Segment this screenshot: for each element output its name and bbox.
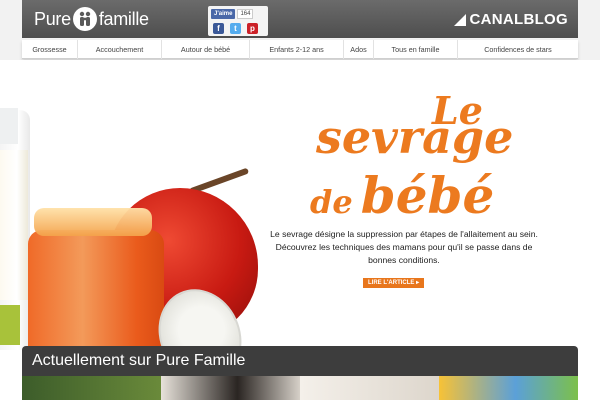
bottle-milk [0,150,28,300]
nav-item-confidences-de-stars[interactable]: Confidences de stars [458,40,578,59]
thumbnail-2[interactable] [161,376,300,400]
facebook-like-button[interactable]: J'aime [211,9,236,19]
bottle-cap [0,108,18,144]
top-header: Pure famille J'aime 164 f t p CANALBLOG [22,0,578,38]
logo-text-famille: famille [98,8,149,29]
nav-item-ados[interactable]: Ados [344,40,374,59]
current-section-title: Actuellement sur Pure Famille [22,346,578,376]
read-article-button[interactable]: LIRE L'ARTICLE ▸ [363,278,425,288]
twitter-icon[interactable]: t [230,23,241,34]
jar-rim [34,208,152,236]
canalblog-logo[interactable]: CANALBLOG [454,11,568,28]
hero-title: Le sevrage de bébé [300,88,540,238]
thumbnail-1[interactable] [22,376,161,400]
family-icon [72,7,97,31]
hero-title-bebe: bébé [360,166,495,225]
hero-description: Le sevrage désigne la suppression par ét… [270,229,538,265]
hero-title-line3: de bébé [310,166,494,225]
nav-item-tous-en-famille[interactable]: Tous en famille [374,40,458,59]
nav-item-accouchement[interactable]: Accouchement [78,40,162,59]
greens-image [0,305,20,345]
nav-item-autour-de-bebe[interactable]: Autour de bébé [162,40,250,59]
nav-item-grossesse[interactable]: Grossesse [22,40,78,59]
pinterest-icon[interactable]: p [247,23,258,34]
logo-text-pure: Pure [34,8,71,29]
facebook-icon[interactable]: f [213,23,224,34]
thumbnail-4[interactable] [439,376,578,400]
site-logo[interactable]: Pure famille [34,7,149,31]
canalblog-arrow-icon [454,13,467,26]
hero-title-de: de [310,183,353,221]
social-widget: J'aime 164 f t p [208,6,268,36]
thumbnail-strip [22,376,578,400]
hero-title-line2: sevrage [316,110,514,164]
like-count: 164 [237,9,254,19]
main-nav: Grossesse Accouchement Autour de bébé En… [22,40,578,59]
nav-item-enfants[interactable]: Enfants 2-12 ans [250,40,344,59]
brand-text: CANALBLOG [469,11,568,28]
thumbnail-3[interactable] [300,376,439,400]
